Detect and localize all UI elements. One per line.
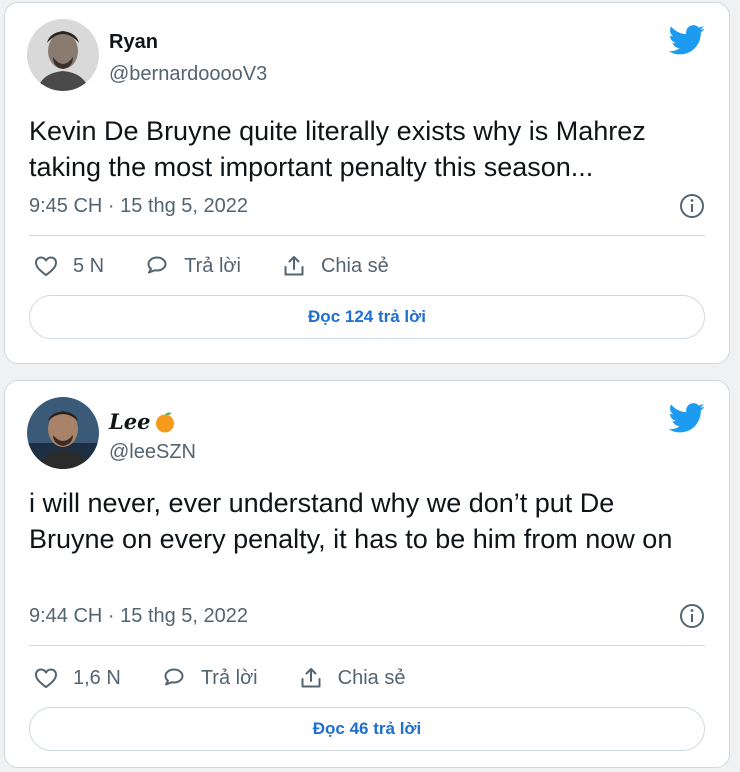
info-icon[interactable] xyxy=(679,603,705,629)
share-button[interactable]: Chia sẻ xyxy=(298,665,406,691)
like-button[interactable]: 1,6 N xyxy=(33,665,121,691)
reply-button[interactable]: Trả lời xyxy=(144,253,241,279)
reply-icon xyxy=(147,256,167,274)
tweet-actions: 5 N Trả lời Chia sẻ xyxy=(33,251,429,281)
share-icon xyxy=(301,668,321,688)
reply-label: Trả lời xyxy=(200,666,258,689)
twitter-bird-icon[interactable] xyxy=(668,403,705,433)
avatar[interactable] xyxy=(27,19,99,91)
twitter-bird-icon[interactable] xyxy=(668,25,705,55)
orange-emoji-icon xyxy=(155,412,174,432)
like-button[interactable]: 5 N xyxy=(33,253,104,279)
tweet-text: i will never, ever understand why we don… xyxy=(29,488,673,554)
heart-icon xyxy=(35,668,57,688)
tweet-actions: 1,6 N Trả lời Chia sẻ xyxy=(33,663,445,693)
tweet-card[interactable]: Lee @leeSZN i will never, ever understan… xyxy=(4,380,730,768)
timestamp[interactable]: 9:44 CH · 15 thg 5, 2022 xyxy=(29,605,248,628)
display-name[interactable]: Lee xyxy=(109,409,177,434)
display-name-text[interactable]: Lee xyxy=(109,409,151,434)
divider xyxy=(29,645,705,646)
reply-label: Trả lời xyxy=(184,254,241,277)
read-replies-button[interactable]: Đọc 124 trả lời xyxy=(29,295,705,339)
heart-icon xyxy=(35,256,57,276)
display-name[interactable]: Ryan xyxy=(109,31,158,54)
like-count: 1,6 N xyxy=(73,666,121,689)
reply-icon xyxy=(164,668,184,686)
share-icon xyxy=(284,256,304,276)
reply-button[interactable]: Trả lời xyxy=(161,665,258,691)
timestamp[interactable]: 9:45 CH · 15 thg 5, 2022 xyxy=(29,195,248,218)
tweet-text: Kevin De Bruyne quite literally exists w… xyxy=(29,116,646,182)
like-count: 5 N xyxy=(73,254,105,277)
tweet-meta: 9:44 CH · 15 thg 5, 2022 xyxy=(29,601,705,631)
user-handle[interactable]: @leeSZN xyxy=(109,441,196,464)
divider xyxy=(29,235,705,236)
info-icon[interactable] xyxy=(679,193,705,219)
user-handle[interactable]: @bernardooooV3 xyxy=(109,63,267,86)
tweet-card[interactable]: Ryan @bernardooooV3 Kevin De Bruyne quit… xyxy=(4,2,730,364)
share-label: Chia sẻ xyxy=(320,254,389,277)
display-name-text[interactable]: Ryan xyxy=(109,31,158,54)
tweet-meta: 9:45 CH · 15 thg 5, 2022 xyxy=(29,191,705,221)
share-label: Chia sẻ xyxy=(337,666,406,689)
avatar[interactable] xyxy=(27,397,99,469)
read-replies-button[interactable]: Đọc 46 trả lời xyxy=(29,707,705,751)
share-button[interactable]: Chia sẻ xyxy=(281,253,389,279)
